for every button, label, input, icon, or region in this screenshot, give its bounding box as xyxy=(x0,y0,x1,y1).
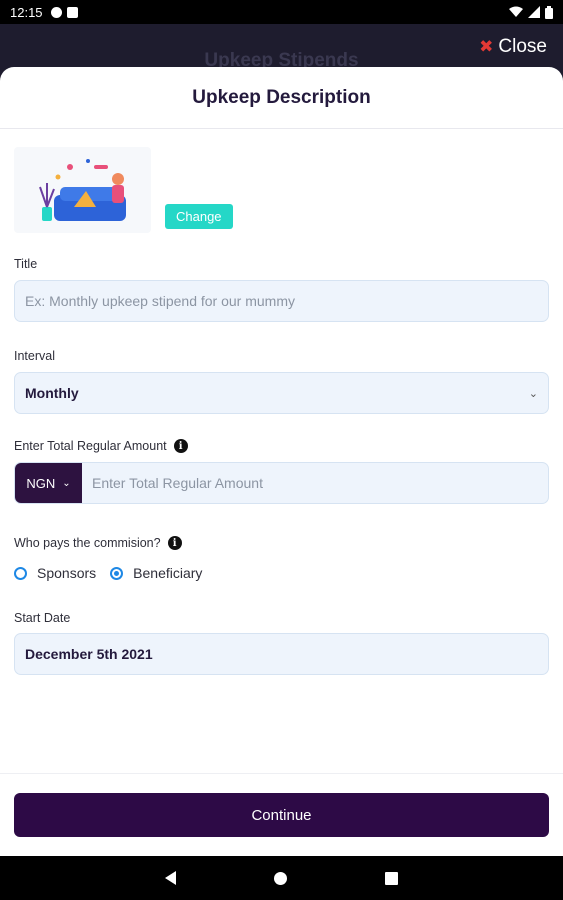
commission-label: Who pays the commision? xyxy=(14,536,161,550)
interval-value: Monthly xyxy=(25,385,79,401)
notification-icon xyxy=(50,6,62,18)
radio-sponsors-circle[interactable] xyxy=(14,566,27,580)
footer-divider xyxy=(0,773,563,774)
recent-apps-icon[interactable] xyxy=(385,871,398,885)
amount-label: Enter Total Regular Amount xyxy=(14,439,167,453)
sheet-header: Upkeep Description xyxy=(0,67,563,129)
wifi-icon xyxy=(509,6,523,17)
image-row: Change xyxy=(14,147,233,233)
cellular-icon xyxy=(528,6,540,18)
upkeep-sheet: Upkeep Description Change Title Ex: Mont… xyxy=(0,67,563,856)
status-time: 12:15 xyxy=(10,4,43,20)
status-bar: 12:15 xyxy=(0,0,563,24)
amount-input[interactable]: NGN ⌄ Enter Total Regular Amount xyxy=(14,462,549,504)
currency-select[interactable]: NGN ⌄ xyxy=(15,463,82,503)
radio-beneficiary-circle[interactable] xyxy=(110,566,124,580)
close-icon: ✖ xyxy=(479,37,494,56)
system-nav-bar xyxy=(0,856,563,900)
radio-sponsors-label: Sponsors xyxy=(37,565,97,581)
battery-icon xyxy=(545,5,553,19)
title-placeholder: Ex: Monthly upkeep stipend for our mummy xyxy=(25,293,296,309)
start-date-label: Start Date xyxy=(14,611,71,625)
radio-beneficiary-label: Beneficiary xyxy=(133,565,203,581)
amount-placeholder: Enter Total Regular Amount xyxy=(92,475,263,491)
amount-label-row: Enter Total Regular Amount i xyxy=(14,439,188,453)
interval-label: Interval xyxy=(14,349,55,363)
back-icon[interactable] xyxy=(165,871,176,885)
title-label: Title xyxy=(14,257,38,271)
chevron-down-icon: ⌄ xyxy=(528,387,538,400)
home-icon[interactable] xyxy=(274,871,287,885)
radio-beneficiary[interactable]: Beneficiary xyxy=(110,565,202,581)
start-date-value: December 5th 2021 xyxy=(25,646,153,662)
interval-select[interactable]: Monthly ⌄ xyxy=(14,372,549,414)
commission-info-icon[interactable]: i xyxy=(167,536,182,550)
title-input[interactable]: Ex: Monthly upkeep stipend for our mummy xyxy=(14,280,549,322)
continue-button[interactable]: Continue xyxy=(14,793,549,837)
amount-info-icon[interactable]: i xyxy=(173,439,188,453)
chevron-down-icon: ⌄ xyxy=(62,477,71,489)
upkeep-illustration xyxy=(14,147,151,233)
sheet-title: Upkeep Description xyxy=(192,86,371,108)
commission-label-row: Who pays the commision? i xyxy=(14,536,182,550)
commission-radio-group: Sponsors Beneficiary xyxy=(14,565,216,581)
close-label: Close xyxy=(498,36,547,57)
change-image-button[interactable]: Change xyxy=(165,204,233,229)
currency-value: NGN xyxy=(26,475,56,491)
start-date-input[interactable]: December 5th 2021 xyxy=(14,633,549,675)
radio-sponsors[interactable]: Sponsors xyxy=(14,565,96,581)
sim-icon xyxy=(66,6,78,18)
close-button[interactable]: ✖ Close xyxy=(479,36,547,58)
